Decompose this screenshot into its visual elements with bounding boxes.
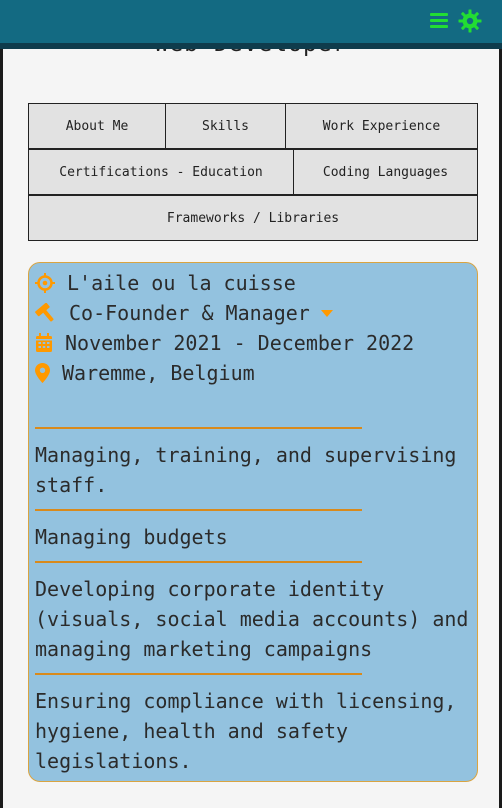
role-row: Co-Founder & Manager (35, 301, 334, 325)
job-dates: November 2021 - December 2022 (65, 331, 415, 355)
job-role: Co-Founder & Manager (69, 301, 310, 325)
page-border-left (0, 49, 3, 808)
tab-coding-languages[interactable]: Coding Languages (293, 149, 478, 195)
duty-item: Developing corporate identity (visuals, … (35, 577, 469, 661)
duty-separator (35, 509, 362, 511)
duty-separator (35, 673, 362, 675)
hamburger-menu-icon[interactable] (430, 13, 448, 29)
duty-separator (35, 561, 362, 563)
dates-row: November 2021 - December 2022 (35, 331, 414, 355)
hammer-icon (35, 303, 54, 322)
navbar-border (0, 43, 502, 49)
tab-frameworks-libraries[interactable]: Frameworks / Libraries (28, 195, 478, 241)
duty-item: Managing, training, and supervising staf… (35, 443, 457, 497)
top-navbar (0, 0, 502, 43)
location-row: Waremme, Belgium (35, 361, 255, 385)
duty-item: Managing budgets (35, 525, 228, 549)
job-location: Waremme, Belgium (62, 361, 255, 385)
map-pin-icon (35, 363, 50, 383)
company-row: L'aile ou la cuisse (35, 271, 296, 295)
gear-icon[interactable] (458, 9, 482, 33)
calendar-icon (36, 333, 52, 352)
company-name: L'aile ou la cuisse (67, 271, 296, 295)
tab-skills[interactable]: Skills (165, 103, 286, 149)
tab-about-me[interactable]: About Me (28, 103, 166, 149)
duty-item: Ensuring compliance with licensing, hygi… (35, 689, 457, 773)
crosshair-icon (35, 273, 55, 293)
caret-down-icon[interactable] (320, 309, 334, 318)
tab-certifications-education[interactable]: Certifications - Education (28, 149, 294, 195)
job-card: L'aile ou la cuisse Co-Founder & Manager… (28, 262, 478, 782)
duty-separator (35, 427, 362, 429)
tab-work-experience[interactable]: Work Experience (285, 103, 478, 149)
